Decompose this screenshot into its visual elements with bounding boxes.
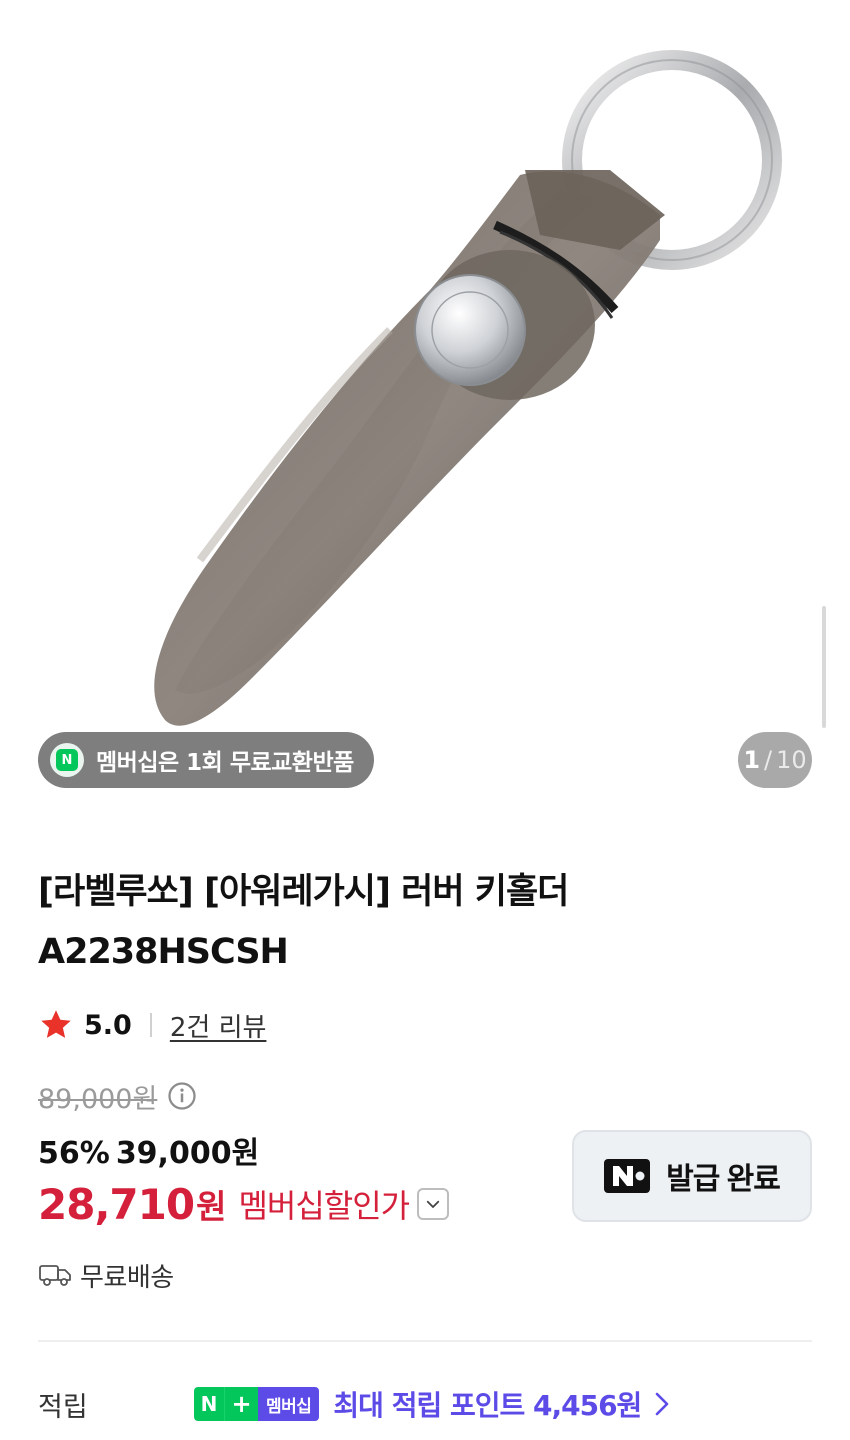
chevron-right-icon[interactable] (651, 1389, 673, 1419)
member-price-unit: 원 (196, 1187, 227, 1226)
membership-badge[interactable]: N 멤버십은 1회 무료교환반품 (38, 732, 374, 788)
divider (38, 1340, 812, 1342)
original-price: 89,000원 (38, 1083, 158, 1115)
coupon-label: 발급 완료 (666, 1163, 781, 1196)
review-link[interactable]: 2건 리뷰 (170, 1007, 267, 1044)
page-separator: / (764, 746, 773, 774)
membership-badge-text: 멤버십은 1회 무료교환반품 (96, 750, 354, 776)
member-price-toggle[interactable] (417, 1188, 450, 1220)
sale-price-row: 56% 39,000원 (38, 1128, 259, 1172)
naver-plus-membership-badge: N + 멤버십 (194, 1387, 320, 1421)
naver-n-icon: N (194, 1387, 224, 1421)
page-total: 10 (776, 746, 807, 774)
naver-n-icon: N (50, 743, 84, 777)
original-price-row: 89,000원 (38, 1076, 197, 1116)
sale-price: 39,000원 (115, 1136, 260, 1171)
plus-icon: + (224, 1387, 258, 1421)
max-points-text: 최대 적립 포인트 4,456원 (333, 1389, 642, 1422)
points-label: 적립 (38, 1391, 88, 1423)
shipping-row: 무료배송 (38, 1256, 174, 1294)
member-price-label: 멤버십할인가 (238, 1187, 410, 1225)
product-image[interactable] (0, 0, 850, 810)
points-row[interactable]: 적립 N + 멤버십 최대 적립 포인트 4,456원 (38, 1382, 812, 1426)
page-indicator: 1 / 10 (738, 732, 812, 788)
gallery-scrollbar[interactable] (822, 606, 826, 728)
membership-badge-label: 멤버십 (258, 1387, 320, 1421)
chevron-down-icon (426, 1200, 440, 1208)
product-title: [라벨루쏘] [아워레가시] 러버 키홀더 A2238HSCSH (38, 872, 569, 972)
rating-value: 5.0 (84, 1009, 132, 1041)
member-price-row[interactable]: 28,710 원 멤버십할인가 (38, 1176, 450, 1232)
page-current: 1 (743, 746, 761, 774)
rating-divider (149, 1013, 152, 1037)
star-icon (41, 1010, 71, 1038)
info-icon[interactable] (167, 1081, 197, 1111)
truck-icon (39, 1265, 71, 1286)
product-gallery[interactable]: N 멤버십은 1회 무료교환반품 1 / 10 (0, 0, 850, 810)
shipping-text: 무료배송 (80, 1262, 174, 1293)
coupon-button[interactable]: 발급 완료 (572, 1130, 812, 1222)
member-price: 28,710 (38, 1179, 195, 1229)
discount-rate: 56% (38, 1136, 110, 1171)
naver-n-icon (604, 1159, 651, 1193)
rating-row: 5.0 2건 리뷰 (38, 1006, 266, 1044)
